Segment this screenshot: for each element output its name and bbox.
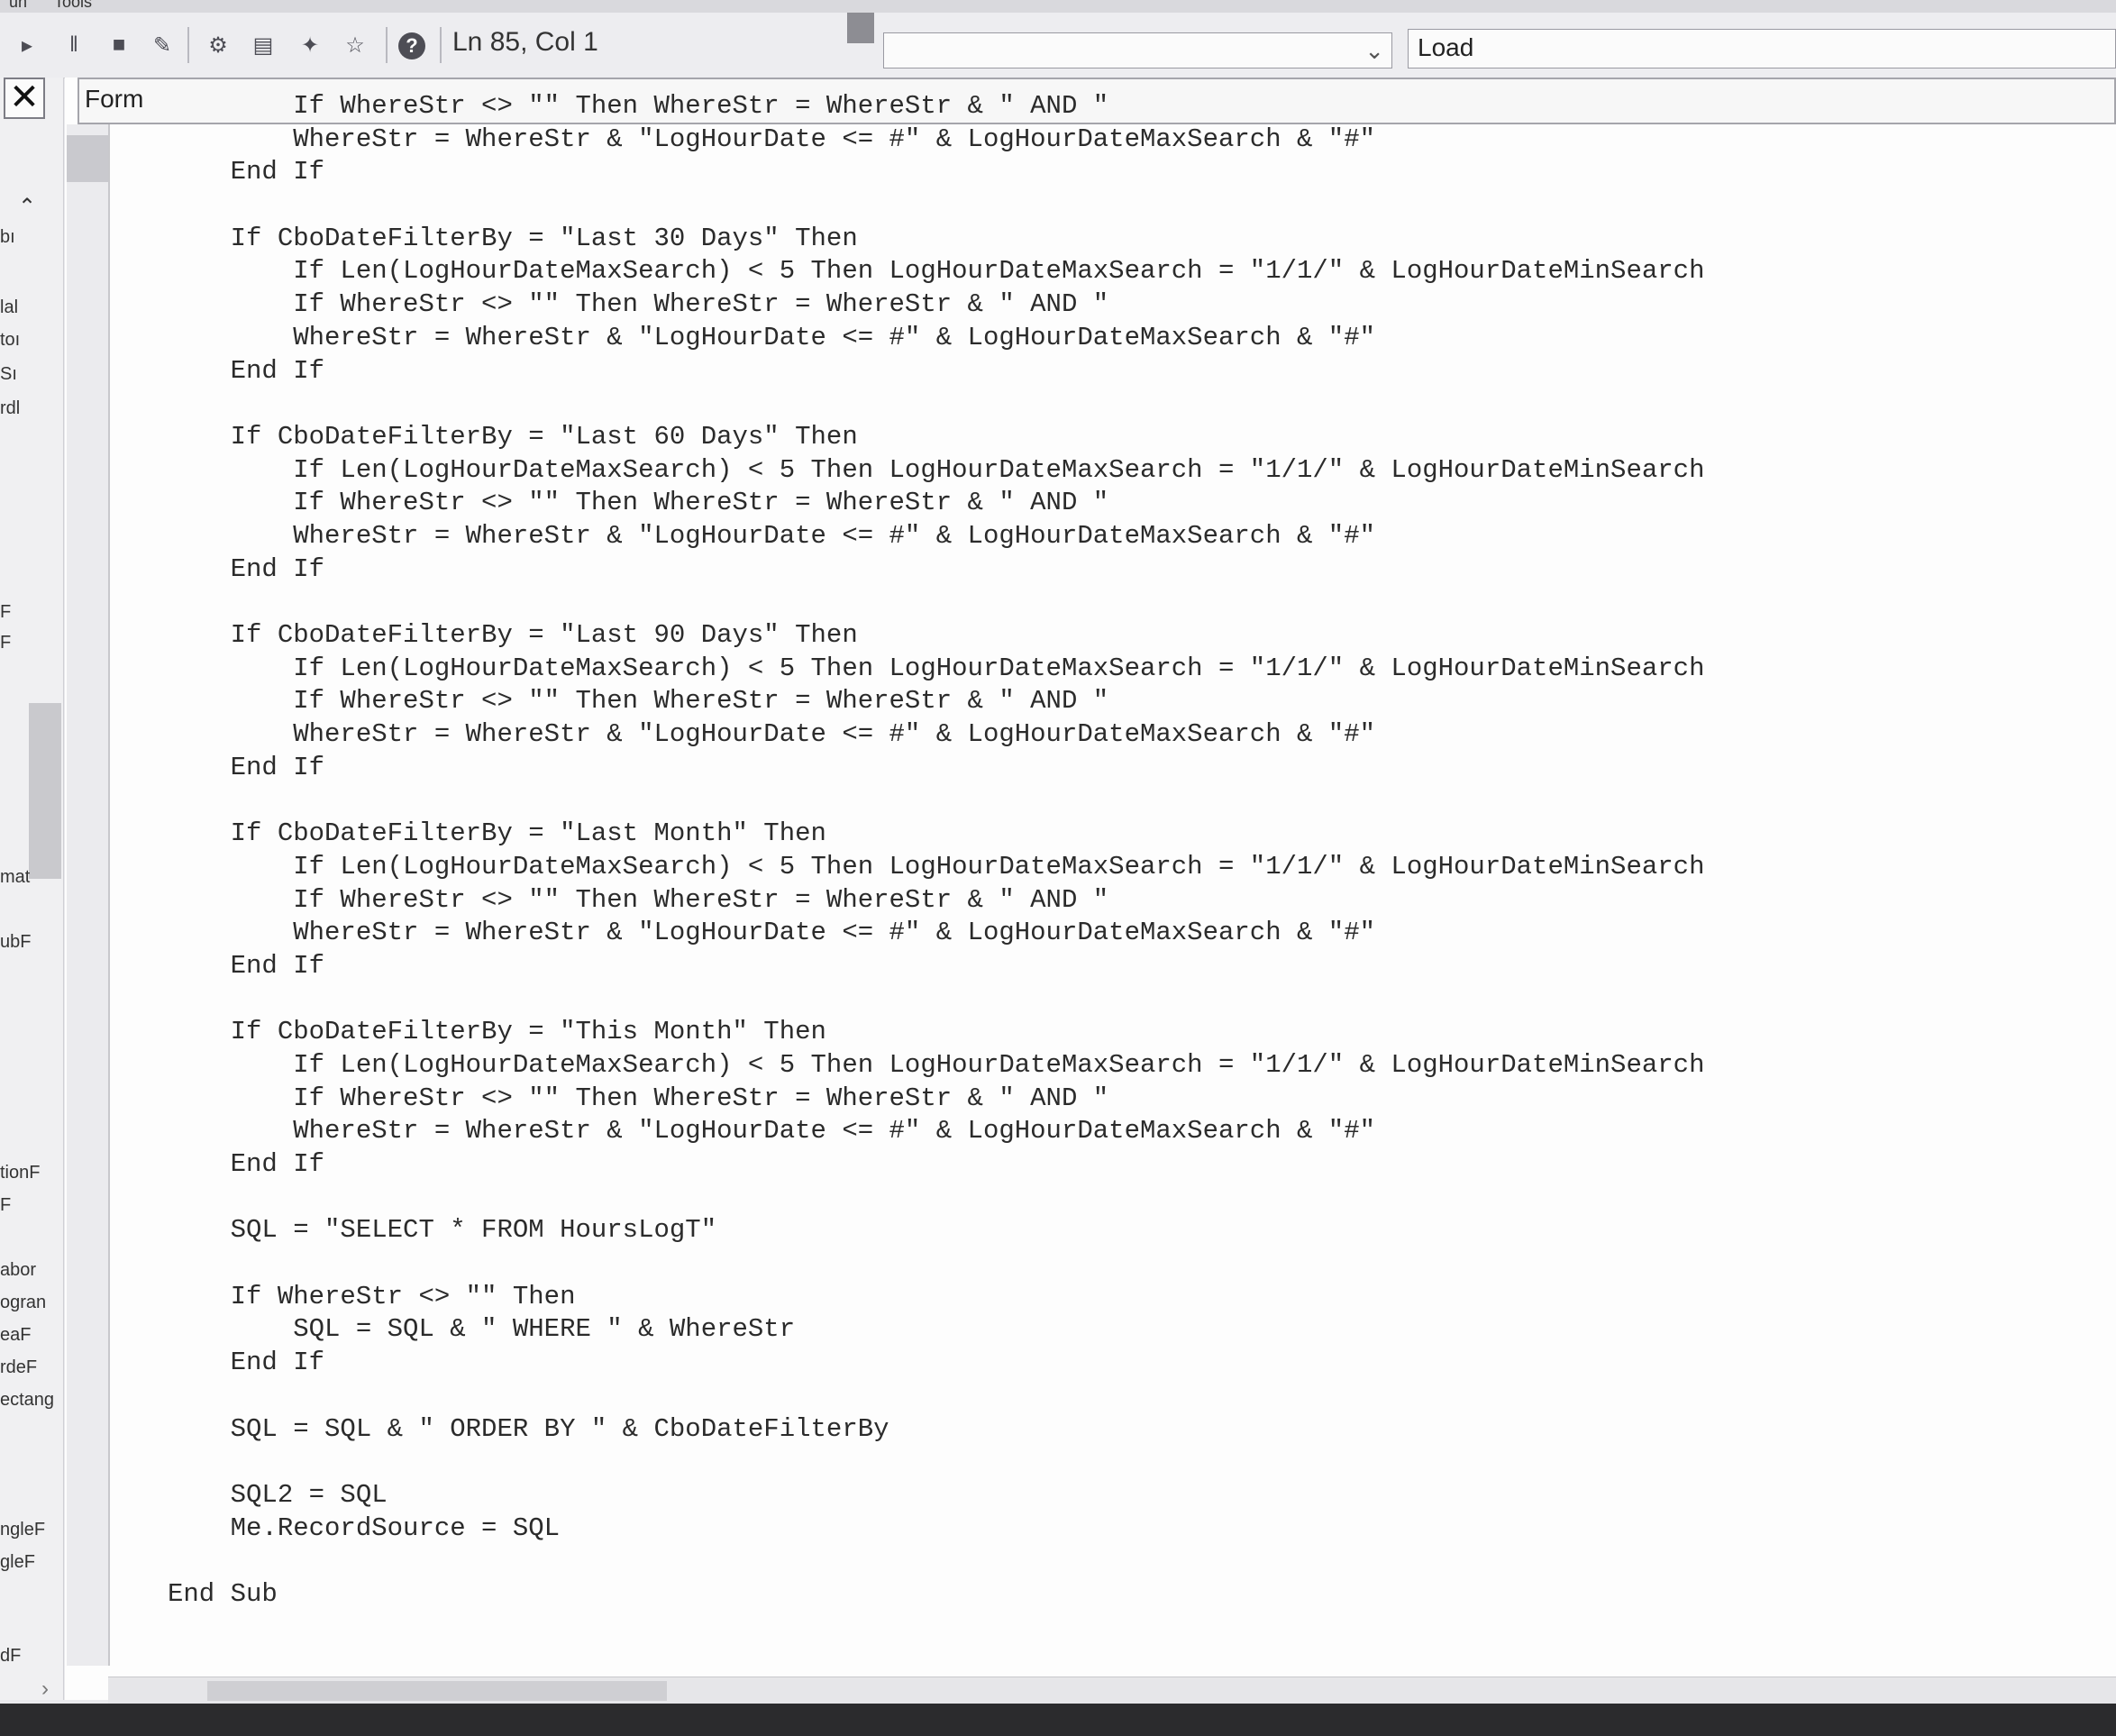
- toolbox-icon[interactable]: ☆: [342, 32, 368, 58]
- code-line[interactable]: [168, 1545, 2096, 1578]
- panel-item-label[interactable]: ectang: [0, 1390, 59, 1411]
- stop-icon[interactable]: ■: [106, 32, 132, 58]
- panel-item-label[interactable]: lal: [0, 297, 59, 318]
- code-line[interactable]: SQL = SQL & " WHERE " & WhereStr: [168, 1313, 2096, 1347]
- panel-item-label[interactable]: ogran: [0, 1293, 59, 1313]
- code-line[interactable]: If WhereStr <> "" Then WhereStr = WhereS…: [168, 487, 2096, 520]
- code-line[interactable]: If CboDateFilterBy = "This Month" Then: [168, 1016, 2096, 1049]
- panel-item-label[interactable]: F: [0, 633, 59, 653]
- menu-item[interactable]: Tools: [54, 0, 92, 12]
- panel-item-label[interactable]: ngleF: [0, 1520, 59, 1540]
- code-line[interactable]: If CboDateFilterBy = "Last 30 Days" Then: [168, 223, 2096, 256]
- code-line[interactable]: SQL = SQL & " ORDER BY " & CboDateFilter…: [168, 1413, 2096, 1447]
- code-line[interactable]: If Len(LogHourDateMaxSearch) < 5 Then Lo…: [168, 1049, 2096, 1083]
- code-line[interactable]: If WhereStr <> "" Then WhereStr = WhereS…: [168, 288, 2096, 322]
- code-line[interactable]: End If: [168, 950, 2096, 983]
- procedure-combo[interactable]: Load: [1408, 29, 2116, 69]
- code-line[interactable]: WhereStr = WhereStr & "LogHourDate <= #"…: [168, 123, 2096, 157]
- code-line[interactable]: Me.RecordSource = SQL: [168, 1512, 2096, 1546]
- code-line[interactable]: SQL = "SELECT * FROM HoursLogT": [168, 1214, 2096, 1247]
- panel-item-label[interactable]: eaF: [0, 1325, 59, 1346]
- project-panel: [0, 78, 64, 1700]
- code-line[interactable]: [168, 1182, 2096, 1215]
- code-line[interactable]: If CboDateFilterBy = "Last Month" Then: [168, 818, 2096, 851]
- chevron-down-icon[interactable]: ⌄: [1364, 37, 1384, 65]
- code-line[interactable]: WhereStr = WhereStr & "LogHourDate <= #"…: [168, 917, 2096, 950]
- code-line[interactable]: [168, 1247, 2096, 1281]
- panel-item-label[interactable]: mat: [0, 867, 59, 888]
- cursor-position-status: Ln 85, Col 1: [452, 27, 598, 57]
- code-line[interactable]: If WhereStr <> "" Then WhereStr = WhereS…: [168, 1083, 2096, 1116]
- panel-item-label[interactable]: F: [0, 602, 59, 623]
- code-line[interactable]: End If: [168, 1148, 2096, 1182]
- pause-icon[interactable]: ‖: [61, 32, 87, 58]
- code-line[interactable]: If WhereStr <> "" Then: [168, 1281, 2096, 1314]
- code-line[interactable]: End If: [168, 752, 2096, 785]
- code-line[interactable]: If CboDateFilterBy = "Last 90 Days" Then: [168, 619, 2096, 653]
- code-line[interactable]: End If: [168, 156, 2096, 189]
- code-line[interactable]: [168, 189, 2096, 223]
- taskbar-edge: [0, 1704, 2116, 1736]
- panel-item-label[interactable]: toı: [0, 330, 59, 351]
- panel-item-label[interactable]: Sı: [0, 364, 59, 385]
- menu-bar: un Tools: [0, 0, 2116, 14]
- code-line[interactable]: If Len(LogHourDateMaxSearch) < 5 Then Lo…: [168, 851, 2096, 884]
- code-line[interactable]: If Len(LogHourDateMaxSearch) < 5 Then Lo…: [168, 255, 2096, 288]
- code-margin[interactable]: [67, 124, 110, 1666]
- code-line[interactable]: If WhereStr <> "" Then WhereStr = WhereS…: [168, 90, 2096, 123]
- panel-item-label[interactable]: rdl: [0, 398, 59, 419]
- code-line[interactable]: WhereStr = WhereStr & "LogHourDate <= #"…: [168, 520, 2096, 553]
- panel-item-label[interactable]: dF: [0, 1646, 59, 1667]
- code-line[interactable]: SQL2 = SQL: [168, 1479, 2096, 1512]
- code-line[interactable]: End If: [168, 355, 2096, 388]
- code-line[interactable]: [168, 1380, 2096, 1413]
- code-line[interactable]: If Len(LogHourDateMaxSearch) < 5 Then Lo…: [168, 653, 2096, 686]
- panel-item-label[interactable]: abor: [0, 1260, 59, 1281]
- chevron-up-icon[interactable]: ⌃: [18, 194, 36, 220]
- project-explorer-icon[interactable]: ⚙: [205, 32, 231, 58]
- toolbar-overflow-button[interactable]: [847, 13, 874, 43]
- close-icon[interactable]: ✕: [4, 78, 45, 119]
- design-mode-icon[interactable]: ✎: [150, 32, 175, 58]
- run-icon[interactable]: ▸: [14, 32, 40, 58]
- object-browser-icon[interactable]: ✦: [297, 32, 323, 58]
- code-line[interactable]: WhereStr = WhereStr & "LogHourDate <= #"…: [168, 1115, 2096, 1148]
- horizontal-scrollbar[interactable]: [108, 1677, 2116, 1704]
- panel-item-label[interactable]: F: [0, 1195, 59, 1216]
- toolbar-separator: [386, 27, 388, 63]
- code-line[interactable]: [168, 784, 2096, 818]
- menu-item[interactable]: un: [9, 0, 27, 12]
- code-line[interactable]: [168, 1446, 2096, 1479]
- properties-icon[interactable]: ▤: [251, 32, 276, 58]
- code-line[interactable]: End If: [168, 553, 2096, 587]
- code-line[interactable]: If Len(LogHourDateMaxSearch) < 5 Then Lo…: [168, 454, 2096, 488]
- code-line[interactable]: If WhereStr <> "" Then WhereStr = WhereS…: [168, 685, 2096, 718]
- object-label: Form: [85, 85, 144, 113]
- code-line[interactable]: If WhereStr <> "" Then WhereStr = WhereS…: [168, 884, 2096, 918]
- panel-scrollbar-thumb[interactable]: [29, 703, 61, 879]
- code-editor[interactable]: If WhereStr <> "" Then WhereStr = WhereS…: [168, 90, 2096, 1658]
- code-line[interactable]: WhereStr = WhereStr & "LogHourDate <= #"…: [168, 718, 2096, 752]
- panel-item-label[interactable]: gleF: [0, 1552, 59, 1573]
- panel-item-label[interactable]: tionF: [0, 1163, 59, 1183]
- chevron-right-icon[interactable]: ›: [41, 1677, 49, 1702]
- panel-item-label[interactable]: ubF: [0, 932, 59, 953]
- code-line[interactable]: End Sub: [168, 1578, 2096, 1612]
- code-line[interactable]: [168, 983, 2096, 1017]
- code-line[interactable]: If CboDateFilterBy = "Last 60 Days" Then: [168, 421, 2096, 454]
- panel-item-label[interactable]: rdeF: [0, 1357, 59, 1378]
- panel-item-label[interactable]: bı: [0, 227, 59, 248]
- procedure-combo-value: Load: [1418, 33, 1474, 61]
- object-combo[interactable]: ⌄: [883, 32, 1392, 69]
- toolbar-separator: [187, 27, 189, 63]
- toolbar-separator: [440, 27, 442, 63]
- code-line[interactable]: [168, 388, 2096, 421]
- margin-indicator: [67, 135, 108, 182]
- code-line[interactable]: WhereStr = WhereStr & "LogHourDate <= #"…: [168, 322, 2096, 355]
- help-icon[interactable]: ?: [398, 32, 425, 59]
- scrollbar-thumb[interactable]: [207, 1681, 667, 1701]
- code-line[interactable]: End If: [168, 1347, 2096, 1380]
- code-line[interactable]: [168, 586, 2096, 619]
